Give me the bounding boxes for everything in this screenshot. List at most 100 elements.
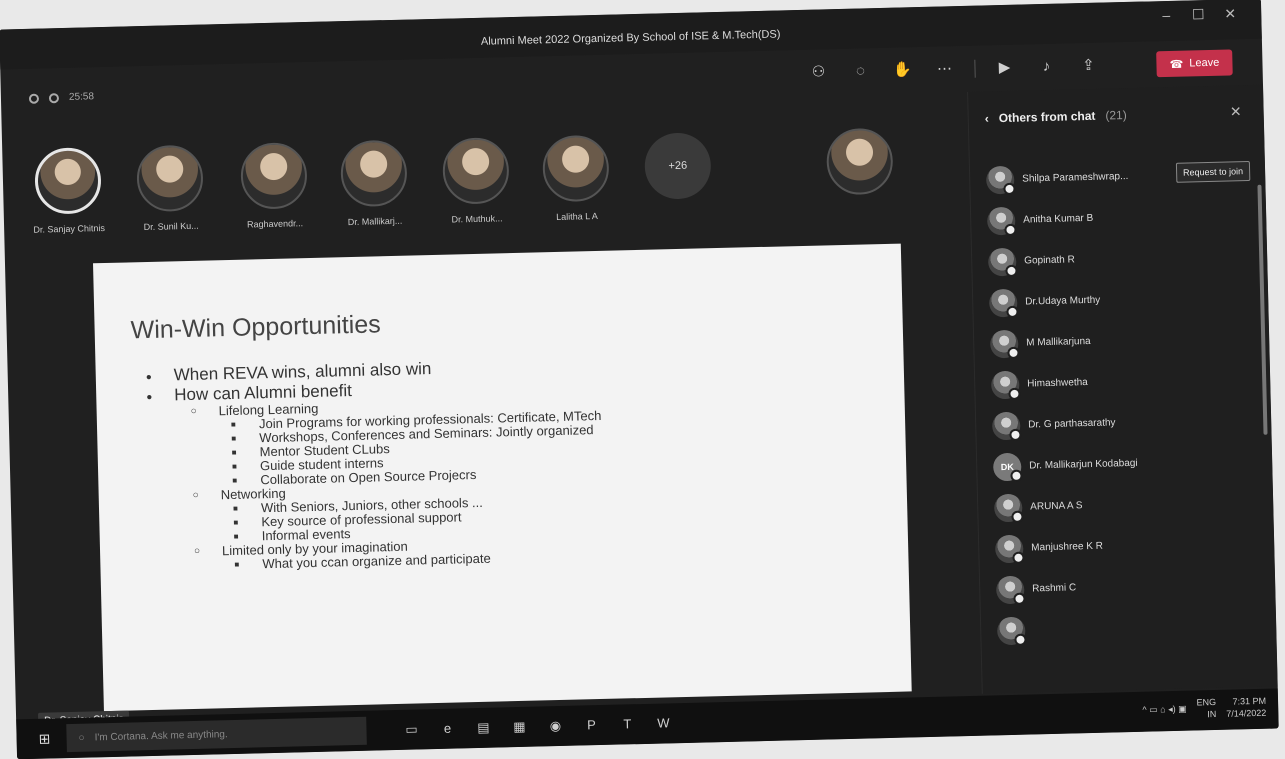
- system-tray: ^ ▭ ⌂ ◂) ▣ ENG IN 7:31 PM 7/14/2022: [1142, 695, 1266, 722]
- chat-person-row[interactable]: Dr. G parthasarathy: [991, 399, 1257, 446]
- status-indicator-icon: [48, 92, 60, 103]
- leave-label: Leave: [1189, 56, 1220, 70]
- chat-person-row[interactable]: Manjushree K R: [994, 522, 1260, 569]
- chat-person-name: Dr.Udaya Murthy: [1025, 294, 1101, 308]
- avatar: [986, 206, 1016, 235]
- chat-person-row[interactable]: Dr.Udaya Murthy: [988, 276, 1254, 323]
- task-view-icon[interactable]: ▭: [400, 719, 422, 740]
- meeting-timer: 25:58: [28, 91, 95, 104]
- participant-name: [816, 203, 906, 205]
- participant-name: Dr. Muthuk...: [451, 213, 503, 225]
- chat-icon[interactable]: ◌: [848, 60, 873, 83]
- chat-people-list: Shilpa Parameshwrap... Request to join Ani…: [985, 153, 1262, 651]
- avatar: [989, 329, 1019, 358]
- chat-person-name: ARUNA A S: [1030, 500, 1083, 513]
- people-icon[interactable]: ⚇: [806, 61, 831, 84]
- camera-off-icon[interactable]: ▶: [992, 57, 1017, 80]
- chat-person-name: M Mallikarjuna: [1026, 335, 1091, 349]
- chat-scrollbar[interactable]: [1257, 184, 1268, 435]
- chat-person-row[interactable]: ARUNA A S: [993, 481, 1259, 528]
- chat-person-name: Gopinath R: [1024, 254, 1075, 267]
- slide-title: Win-Win Opportunities: [130, 310, 382, 345]
- minimize-button[interactable]: –: [1153, 7, 1179, 24]
- avatar: [825, 127, 894, 196]
- avatar: [990, 370, 1020, 399]
- participant-tile[interactable]: Dr. Mallikarj...: [328, 139, 420, 227]
- tray-icons[interactable]: ^ ▭ ⌂ ◂) ▣: [1142, 703, 1186, 715]
- chat-person-row[interactable]: [996, 604, 1262, 651]
- powerpoint-icon[interactable]: P: [580, 715, 602, 736]
- chat-person-row[interactable]: Shilpa Parameshwrap... Request to join: [985, 153, 1251, 200]
- participant-tile[interactable]: Dr. Sanjay Chitnis: [22, 147, 114, 235]
- participant-tile[interactable]: [814, 127, 906, 205]
- avatar: [996, 616, 1026, 645]
- avatar: [987, 247, 1017, 276]
- avatar: DK: [992, 452, 1022, 481]
- participant-name: Dr. Sunil Ku...: [143, 220, 199, 233]
- more-participants-count: +26: [644, 132, 712, 200]
- windows-start-icon[interactable]: ⊞: [38, 730, 50, 747]
- participant-tile[interactable]: Raghavendr...: [228, 142, 320, 230]
- record-indicator-icon: [28, 93, 40, 104]
- avatar: [988, 288, 1018, 317]
- file-explorer-icon[interactable]: ▤: [472, 718, 494, 739]
- chat-person-name: Himashwetha: [1027, 377, 1088, 390]
- avatar: [442, 137, 510, 205]
- avatar: [991, 411, 1021, 440]
- chat-person-name: Shilpa Parameshwrap...: [1022, 170, 1129, 185]
- avatar: [995, 575, 1025, 604]
- cortana-circle-icon: ○: [78, 732, 85, 744]
- share-icon[interactable]: ⇪: [1076, 55, 1101, 78]
- timer-text: 25:58: [68, 91, 95, 103]
- shared-slide: Win-Win Opportunities When REVA wins, al…: [93, 243, 912, 712]
- chat-panel-title: Others from chat: [998, 108, 1096, 126]
- participant-name: Raghavendr...: [246, 218, 304, 230]
- participant-name: Lalitha L A: [556, 210, 598, 222]
- more-icon[interactable]: ⋯: [932, 58, 957, 81]
- chat-person-row[interactable]: Gopinath R: [987, 235, 1253, 282]
- teams-icon[interactable]: T: [616, 714, 638, 735]
- chat-panel-count: (21): [1105, 108, 1127, 123]
- participant-strip: Dr. Sanjay Chitnis Dr. Sunil Ku... Raghave…: [22, 127, 906, 259]
- clock-date: 7/14/2022: [1226, 707, 1267, 719]
- clock-time: 7:31 PM: [1232, 695, 1267, 707]
- chevron-left-icon[interactable]: ‹: [985, 111, 989, 125]
- avatar: [240, 142, 308, 210]
- chat-person-row[interactable]: DK Dr. Mallikarjun Kodabagi: [992, 440, 1258, 487]
- avatar: [994, 534, 1024, 563]
- raise-hand-icon[interactable]: ✋: [890, 59, 915, 82]
- request-to-join-button[interactable]: Request to join: [1175, 161, 1251, 183]
- participant-tile[interactable]: Dr. Muthuk...: [430, 137, 522, 225]
- chrome-icon[interactable]: ◉: [544, 716, 566, 737]
- cortana-search[interactable]: ○ I'm Cortana. Ask me anything.: [66, 716, 367, 753]
- avatar: [985, 165, 1015, 194]
- leave-button[interactable]: ☎ Leave: [1156, 49, 1233, 78]
- chat-person-name: Rashmi C: [1032, 582, 1077, 595]
- participant-name: Dr. Mallikarj...: [347, 215, 403, 228]
- participant-tile[interactable]: Dr. Sunil Ku...: [124, 144, 216, 232]
- participant-tile[interactable]: Lalitha L A: [530, 134, 622, 222]
- participant-name: Dr. Sanjay Chitnis: [33, 223, 106, 235]
- clock[interactable]: 7:31 PM 7/14/2022: [1226, 695, 1267, 720]
- chat-person-row[interactable]: M Mallikarjuna: [989, 317, 1255, 364]
- word-icon[interactable]: W: [652, 713, 674, 734]
- maximize-button[interactable]: ☐: [1185, 6, 1211, 24]
- chat-person-name: Dr. G parthasarathy: [1028, 417, 1116, 431]
- lang-text: ENG: [1196, 697, 1217, 708]
- others-from-chat-panel: ‹ Others from chat (21) ✕ Shilpa Parames…: [967, 84, 1278, 694]
- mic-off-icon[interactable]: ♪: [1034, 56, 1059, 79]
- edge-icon[interactable]: e: [436, 719, 458, 740]
- avatar: [340, 139, 408, 208]
- slide-body: When REVA wins, alumni also winHow can A…: [146, 348, 871, 574]
- chat-person-row[interactable]: Rashmi C: [995, 563, 1261, 610]
- chat-person-row[interactable]: Anitha Kumar B: [986, 194, 1252, 241]
- region-text: IN: [1207, 708, 1217, 720]
- language-indicator[interactable]: ENG IN: [1196, 696, 1216, 720]
- chat-person-row[interactable]: Himashwetha: [990, 358, 1256, 405]
- participant-tile[interactable]: +26: [632, 132, 724, 210]
- close-icon[interactable]: ✕: [1230, 103, 1242, 120]
- avatar: [993, 493, 1023, 522]
- close-button[interactable]: ✕: [1217, 5, 1243, 23]
- participant-name: [634, 208, 724, 210]
- store-icon[interactable]: ▦: [508, 717, 530, 738]
